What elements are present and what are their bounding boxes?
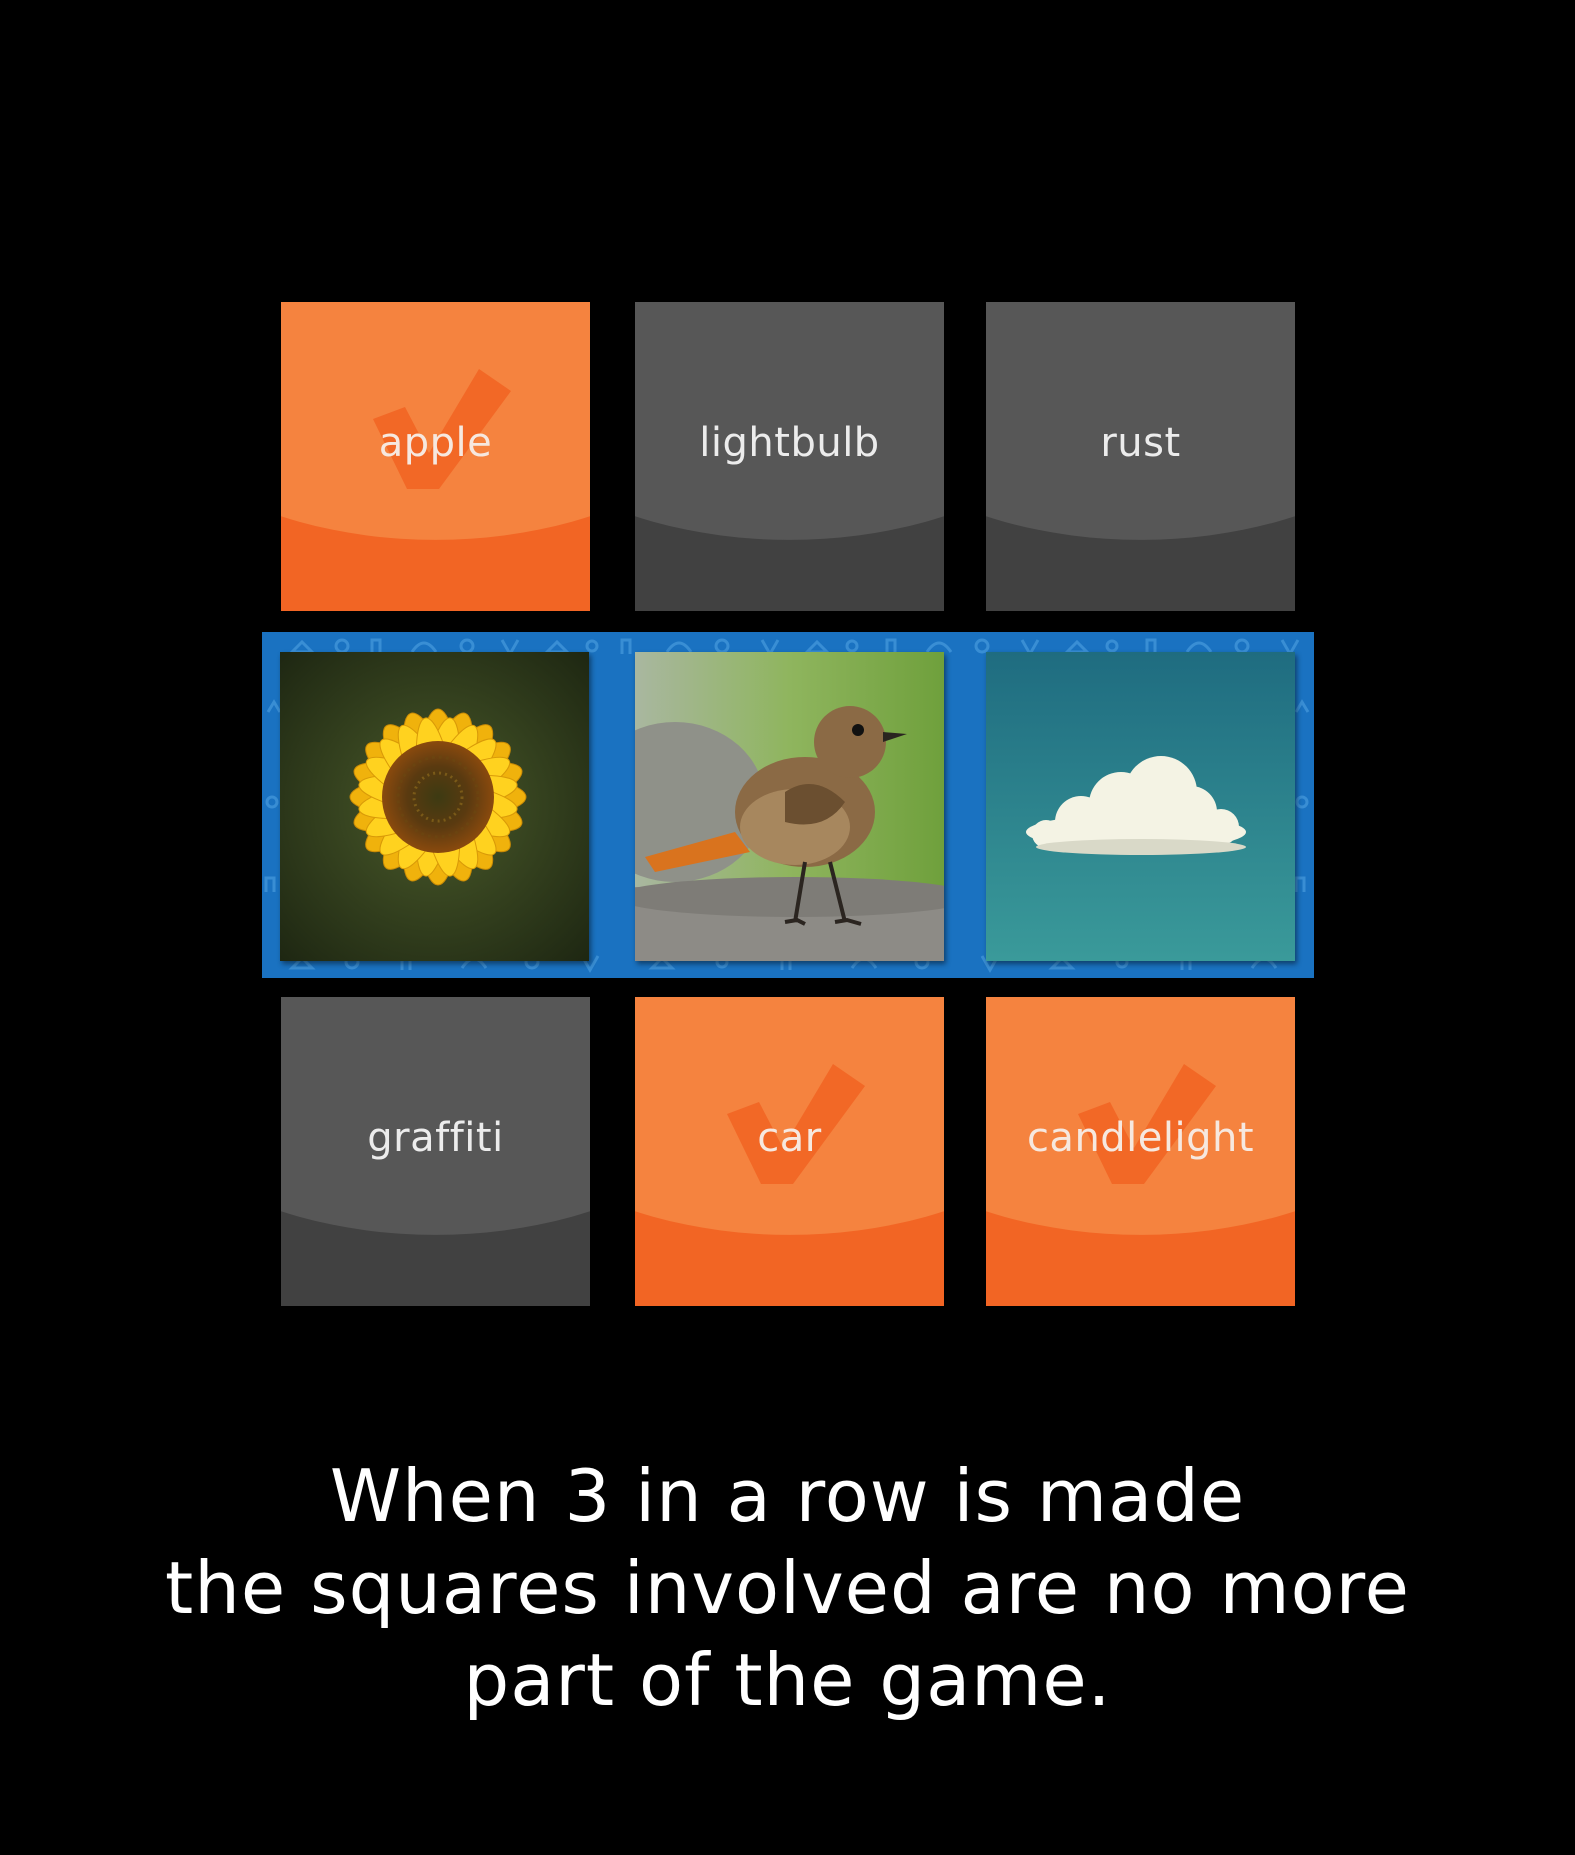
sunflower-image[interactable] xyxy=(280,652,589,961)
tile-word: apple xyxy=(378,420,493,466)
cloud-icon xyxy=(986,652,1295,961)
tile-word: graffiti xyxy=(367,1115,504,1161)
tile-apple[interactable]: apple xyxy=(281,302,590,611)
tile-car[interactable]: car xyxy=(635,997,944,1306)
cloud-image[interactable] xyxy=(986,652,1295,961)
tile-lightbulb[interactable]: lightbulb xyxy=(635,302,944,611)
tile-rust[interactable]: rust xyxy=(986,302,1295,611)
caption-line: part of the game. xyxy=(463,1638,1112,1722)
completed-row-strip xyxy=(262,632,1314,978)
caption-line: When 3 in a row is made xyxy=(329,1454,1246,1538)
tile-word: car xyxy=(757,1115,822,1161)
tile-graffiti[interactable]: graffiti xyxy=(281,997,590,1306)
instruction-caption: When 3 in a row is made the squares invo… xyxy=(0,1450,1575,1726)
tile-word: candlelight xyxy=(1026,1115,1255,1161)
bird-icon xyxy=(635,652,944,961)
tile-candlelight[interactable]: candlelight xyxy=(986,997,1295,1306)
tile-word: lightbulb xyxy=(699,420,880,466)
bird-image[interactable] xyxy=(635,652,944,961)
tile-word: rust xyxy=(1100,420,1181,466)
caption-line: the squares involved are no more xyxy=(165,1546,1410,1630)
sunflower-icon xyxy=(280,652,589,961)
